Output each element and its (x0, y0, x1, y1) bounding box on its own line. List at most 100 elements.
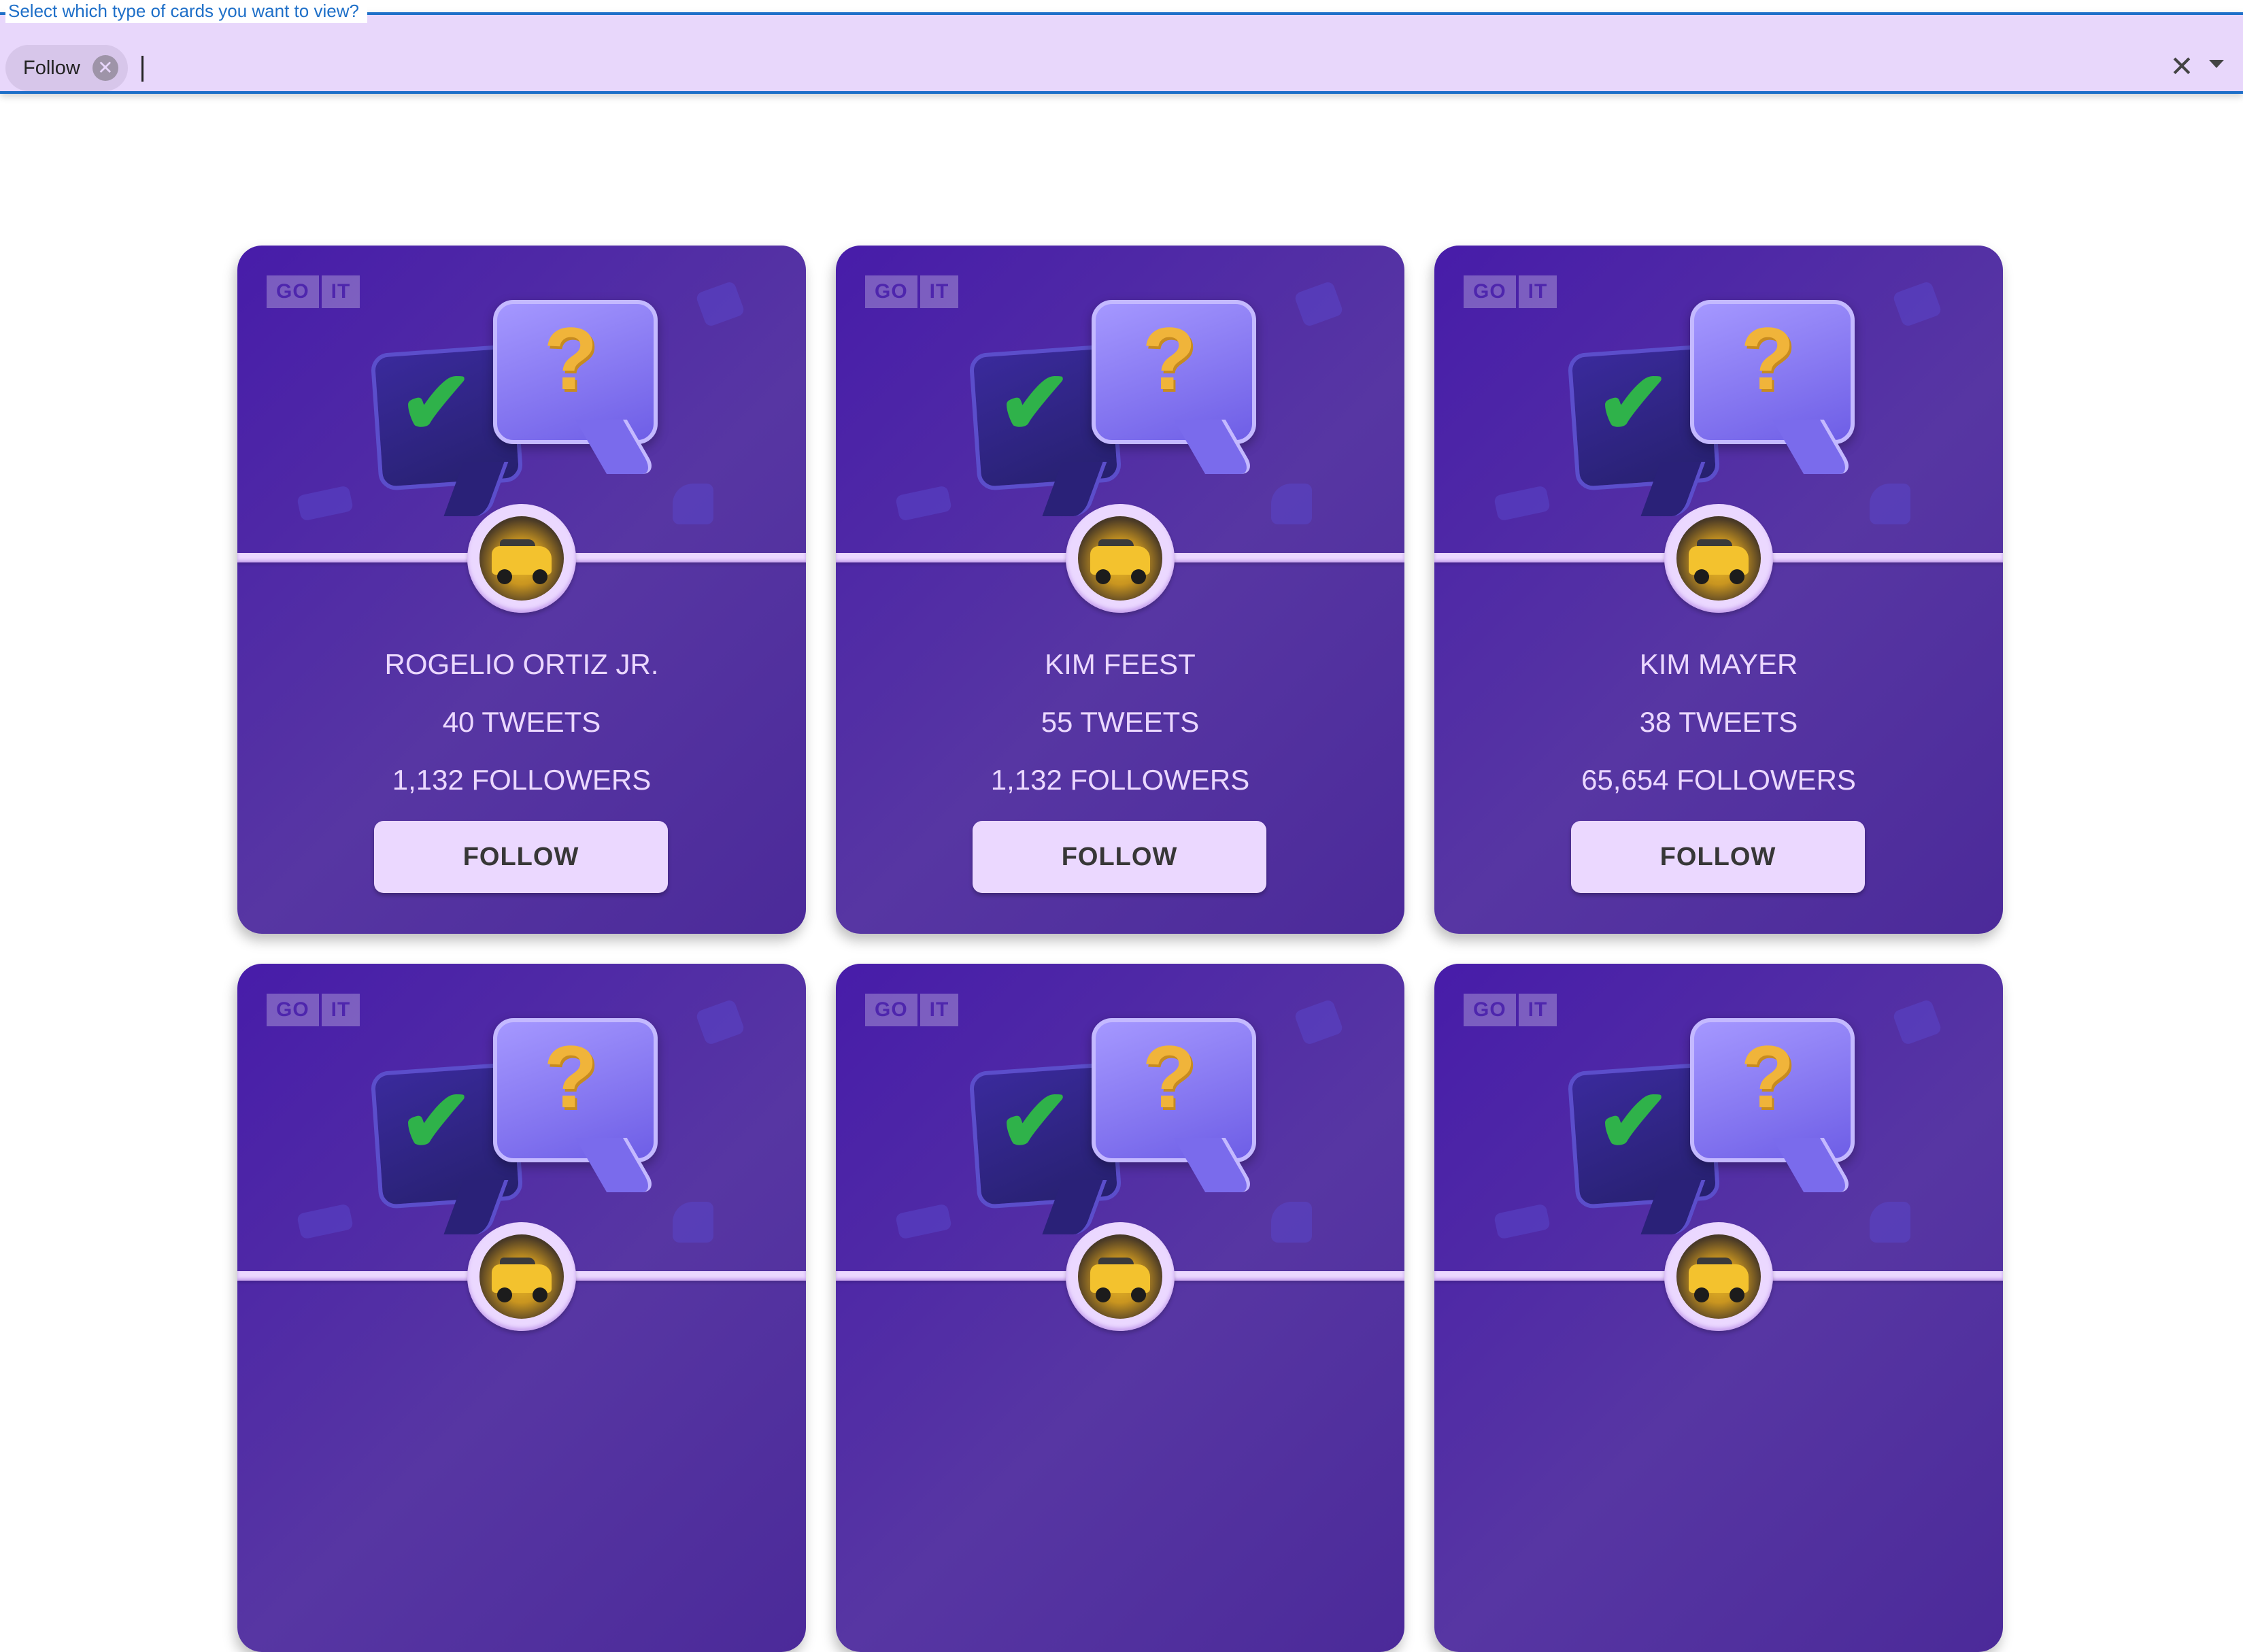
card-user-name: KIM FEEST (1045, 648, 1196, 680)
logo-part: IT (321, 994, 360, 1026)
car-wheel (1694, 1287, 1709, 1302)
question-mark-icon: ? (1142, 1027, 1196, 1126)
card-user-name: ROGELIO ORTIZ JR. (384, 648, 659, 680)
goit-logo: GO IT (1464, 275, 1557, 308)
avatar-image (1078, 1234, 1162, 1319)
decor-shape (1493, 485, 1551, 522)
car-wheel (1131, 569, 1146, 584)
checkmark-icon: ✔ (399, 1071, 473, 1170)
logo-part: GO (1464, 994, 1516, 1026)
card-tweets-count: 38 TWEETS (1639, 706, 1798, 738)
decor-shape (1493, 1203, 1551, 1240)
filter-legend-wrap: Select which type of cards you want to v… (0, 0, 2243, 24)
follow-button[interactable]: FOLLOW (1571, 821, 1865, 893)
selected-chip-follow[interactable]: Follow ✕ (5, 45, 128, 91)
user-card: GO IT ✔ ? (836, 964, 1404, 1652)
card-user-name: KIM MAYER (1639, 648, 1798, 680)
decor-shape (1891, 998, 1943, 1046)
decor-shape (1293, 280, 1345, 328)
user-card: GO IT ✔ ? (237, 246, 806, 934)
car-wheel (1096, 569, 1111, 584)
logo-part: IT (1518, 994, 1557, 1026)
user-card: GO IT ✔ ? (237, 964, 806, 1652)
avatar (1664, 1222, 1773, 1331)
text-caret (141, 56, 144, 82)
decor-shape (296, 485, 354, 522)
question-mark-icon: ? (543, 309, 598, 408)
logo-part: IT (1518, 275, 1557, 308)
follow-button[interactable]: FOLLOW (973, 821, 1266, 893)
logo-part: IT (920, 275, 959, 308)
goit-logo: GO IT (865, 994, 959, 1026)
logo-part: IT (321, 275, 360, 308)
user-card: GO IT ✔ ? (1434, 246, 2003, 934)
card-type-filter[interactable]: Follow ✕ ✕ (0, 12, 2243, 94)
user-card: GO IT ✔ ? (836, 246, 1404, 934)
avatar-image (1676, 516, 1761, 601)
user-card: GO IT ✔ ? (1434, 964, 2003, 1652)
decor-shape (894, 1203, 953, 1240)
card-followers-count: 1,132 FOLLOWERS (990, 764, 1250, 796)
filter-legend: Select which type of cards you want to v… (5, 0, 367, 23)
avatar (1664, 504, 1773, 613)
logo-part: GO (865, 994, 917, 1026)
filter-input[interactable] (146, 49, 2121, 88)
chip-remove-icon[interactable]: ✕ (92, 55, 118, 81)
decor-shape (1271, 1202, 1312, 1243)
avatar-image (1676, 1234, 1761, 1319)
checkmark-icon: ✔ (1596, 353, 1670, 452)
car-wheel (1730, 569, 1744, 584)
decor-shape (673, 484, 713, 524)
decor-shape (296, 1203, 354, 1240)
avatar-image (479, 516, 564, 601)
decor-shape (694, 280, 746, 328)
card-tweets-count: 40 TWEETS (442, 706, 601, 738)
decor-shape (1870, 484, 1910, 524)
checkmark-icon: ✔ (1596, 1071, 1670, 1170)
logo-part: GO (267, 994, 319, 1026)
question-mark-icon: ? (1740, 309, 1795, 408)
car-wheel (497, 569, 512, 584)
question-mark-icon: ? (1142, 309, 1196, 408)
checkmark-icon: ✔ (998, 1071, 1072, 1170)
car-wheel (1096, 1287, 1111, 1302)
decor-shape (894, 485, 953, 522)
avatar (467, 504, 576, 613)
checkmark-icon: ✔ (998, 353, 1072, 452)
car-wheel (533, 1287, 547, 1302)
car-wheel (1131, 1287, 1146, 1302)
decor-shape (1271, 484, 1312, 524)
decor-shape (1870, 1202, 1910, 1243)
avatar-image (479, 1234, 564, 1319)
logo-part: GO (1464, 275, 1516, 308)
avatar (467, 1222, 576, 1331)
car-wheel (1730, 1287, 1744, 1302)
decor-shape (1891, 280, 1943, 328)
checkmark-icon: ✔ (399, 353, 473, 452)
caret-down-icon[interactable] (2209, 60, 2224, 68)
car-wheel (533, 569, 547, 584)
goit-logo: GO IT (865, 275, 959, 308)
avatar (1066, 1222, 1175, 1331)
avatar-image (1078, 516, 1162, 601)
avatar (1066, 504, 1175, 613)
question-mark-icon: ? (543, 1027, 598, 1126)
logo-part: GO (865, 275, 917, 308)
decor-shape (694, 998, 746, 1046)
decor-shape (673, 1202, 713, 1243)
follow-button[interactable]: FOLLOW (374, 821, 668, 893)
decor-shape (1293, 998, 1345, 1046)
goit-logo: GO IT (267, 275, 360, 308)
car-wheel (1694, 569, 1709, 584)
goit-logo: GO IT (1464, 994, 1557, 1026)
card-tweets-count: 55 TWEETS (1041, 706, 1200, 738)
question-mark-icon: ? (1740, 1027, 1795, 1126)
logo-part: GO (267, 275, 319, 308)
goit-logo: GO IT (267, 994, 360, 1026)
card-followers-count: 65,654 FOLLOWERS (1581, 764, 1856, 796)
chip-label: Follow (23, 56, 80, 79)
close-icon[interactable]: ✕ (2167, 52, 2197, 82)
logo-part: IT (920, 994, 959, 1026)
card-followers-count: 1,132 FOLLOWERS (392, 764, 652, 796)
car-wheel (497, 1287, 512, 1302)
